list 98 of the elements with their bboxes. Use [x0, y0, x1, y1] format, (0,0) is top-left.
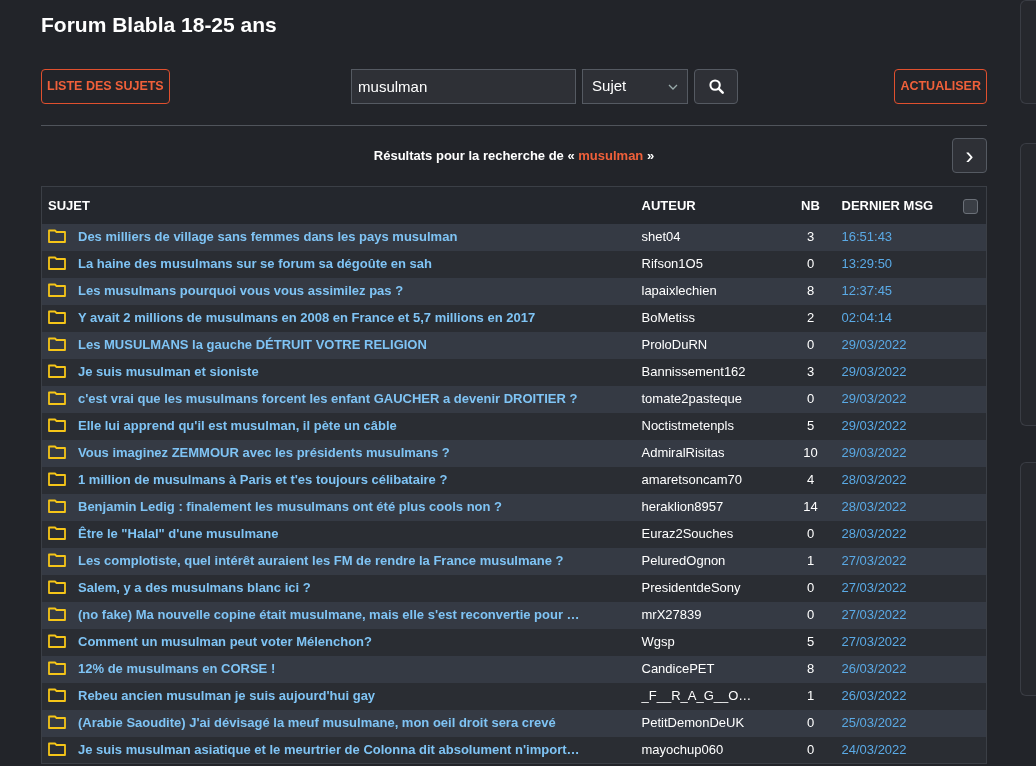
search-results-caption: Résultats pour la recherche de « musulman »: [372, 146, 655, 165]
last-message-time: 29/03/2022: [841, 364, 907, 380]
last-message-time: 02:04:14: [841, 310, 893, 326]
last-message-time: 28/03/2022: [841, 499, 907, 515]
reply-count: 0: [806, 391, 815, 407]
topic-link[interactable]: 12% de musulmans en CORSE !: [78, 661, 276, 677]
reply-count: 8: [806, 283, 815, 299]
folder-icon: [48, 471, 66, 487]
last-message-time: 26/03/2022: [841, 688, 907, 704]
topic-author: Rifson1O5: [641, 256, 703, 272]
folder-icon: [48, 417, 66, 433]
reply-count: 0: [806, 526, 815, 542]
last-message-time: 29/03/2022: [841, 337, 907, 353]
folder-icon: [48, 444, 66, 460]
page-title: Forum Blabla 18-25 ans: [41, 12, 278, 38]
last-message-time: 12:37:45: [841, 283, 893, 299]
reply-count: 3: [806, 364, 815, 380]
topic-author: lapaixlechien: [641, 283, 717, 299]
folder-icon: [48, 309, 66, 325]
column-header: AUTEUR: [641, 197, 696, 213]
last-message-time: 25/03/2022: [841, 715, 907, 731]
topic-link[interactable]: Être le "Halal" d'une musulmane: [78, 526, 279, 542]
last-message-time: 27/03/2022: [841, 634, 907, 650]
last-message-time: 24/03/2022: [841, 742, 907, 757]
folder-icon: [48, 660, 66, 676]
folder-icon: [48, 579, 66, 595]
folder-icon: [48, 363, 66, 379]
next-page-button[interactable]: ›: [952, 138, 987, 173]
topic-author: ProloDuRN: [641, 337, 708, 353]
topic-author: Bannissement162: [641, 364, 746, 380]
chevron-icon: [668, 83, 679, 90]
last-message-time: 27/03/2022: [841, 553, 907, 569]
reply-count: 0: [806, 715, 815, 731]
search-field[interactable]: musulman: [351, 69, 577, 104]
topic-list-button[interactable]: LISTE DES SUJETS: [41, 69, 170, 104]
last-message-time: 27/03/2022: [841, 607, 907, 623]
topic-author: PetitDemonDeUK: [641, 715, 745, 731]
reply-count: 4: [806, 472, 815, 488]
last-message-time: 27/03/2022: [841, 580, 907, 596]
folder-icon: [48, 606, 66, 622]
last-message-time: 16:51:43: [841, 229, 893, 245]
folder-icon: [48, 282, 66, 298]
topic-author: AdmiralRisitas: [641, 445, 725, 461]
reply-count: 5: [806, 418, 815, 434]
topic-author: mayochup060: [641, 742, 724, 757]
topic-author: PeluredOgnon: [641, 553, 726, 569]
topic-author: heraklion8957: [641, 499, 724, 515]
reply-count: 5: [806, 634, 815, 650]
topic-author: Euraz2Souches: [641, 526, 734, 542]
topic-link[interactable]: Je suis musulman et sioniste: [78, 364, 259, 380]
column-header: DERNIER MSG: [841, 197, 934, 213]
folder-icon: [48, 714, 66, 730]
reply-count: 14: [803, 499, 818, 515]
topic-author: tomate2pasteque: [641, 391, 742, 407]
topic-author: mrX27839: [641, 607, 702, 623]
reply-count: 10: [803, 445, 818, 461]
folder-icon: [48, 741, 66, 756]
last-message-time: 29/03/2022: [841, 391, 907, 407]
refresh-button[interactable]: ACTUALISER: [894, 69, 987, 104]
topic-author: amaretsoncam70: [641, 472, 742, 488]
folder-icon: [48, 552, 66, 568]
reply-count: 1: [806, 688, 815, 704]
reply-count: 8: [806, 661, 815, 677]
last-message-time: 28/03/2022: [841, 526, 907, 542]
search-button[interactable]: [694, 69, 739, 104]
folder-icon: [48, 687, 66, 703]
folder-icon: [48, 228, 66, 244]
folder-icon: [48, 498, 66, 514]
reply-count: 0: [806, 580, 815, 596]
topic-author: PresidentdeSony: [641, 580, 741, 596]
folder-icon: [48, 255, 66, 271]
folder-icon: [48, 390, 66, 406]
reply-count: 0: [806, 742, 815, 757]
reply-count: 0: [806, 256, 815, 272]
reply-count: 1: [806, 553, 815, 569]
column-header: SUJET: [48, 197, 90, 213]
last-message-time: 26/03/2022: [841, 661, 907, 677]
reply-count: 0: [806, 337, 815, 353]
topic-author: Noctistmetenpls: [641, 418, 734, 434]
folder-icon: [48, 525, 66, 541]
folder-icon: [48, 336, 66, 352]
reply-count: 3: [806, 229, 815, 245]
reply-count: 0: [806, 607, 815, 623]
reply-count: 2: [806, 310, 815, 326]
last-message-time: 29/03/2022: [841, 418, 907, 434]
topic-author: CandicePET: [641, 661, 715, 677]
search-icon: [708, 79, 724, 94]
last-message-time: 28/03/2022: [841, 472, 907, 488]
search-scope-dropdown[interactable]: Sujet: [582, 69, 689, 104]
select-all-checkbox[interactable]: [963, 198, 979, 214]
topic-author: _F__R_A_G__O…: [641, 688, 752, 704]
topic-author: BoMetiss: [641, 310, 695, 326]
last-message-time: 29/03/2022: [841, 445, 907, 461]
last-message-time: 13:29:50: [841, 256, 893, 272]
topic-author: shet04: [641, 229, 681, 245]
topic-author: Wgsp: [641, 634, 675, 650]
column-header: NB: [801, 197, 820, 213]
folder-icon: [48, 633, 66, 649]
